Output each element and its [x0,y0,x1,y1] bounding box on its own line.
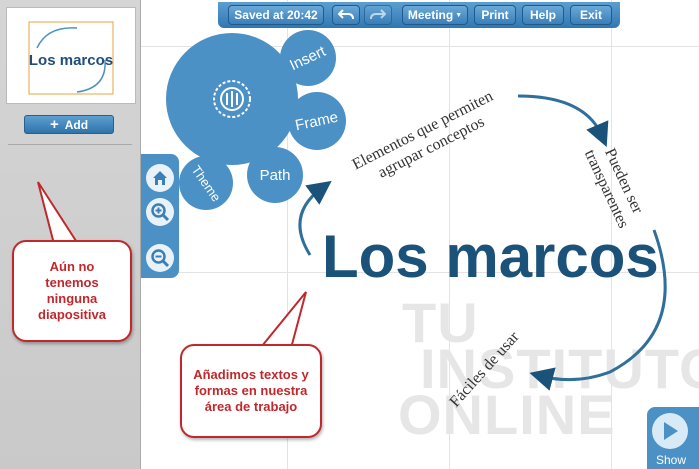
frame-bubble[interactable]: Frame [288,92,346,150]
zoom-in-icon [151,203,170,222]
add-slide-button[interactable]: + Add [24,115,114,134]
meeting-label: Meeting [407,8,454,22]
show-button[interactable]: Show [647,407,699,469]
path-label: Path [259,166,291,184]
main-menu-bubble[interactable] [166,33,298,165]
undo-button[interactable] [332,5,360,25]
exit-button[interactable]: Exit [570,5,612,25]
path-bubble[interactable]: Path [247,147,303,203]
redo-button[interactable] [364,5,392,25]
saved-status-button[interactable]: Saved at 20:42 [228,5,324,25]
insert-label: Insert [287,42,329,74]
slide-thumbnail[interactable]: Los marcos [6,7,136,104]
callout-add-texts: Añadimos textos y formas en nuestra área… [180,344,322,438]
show-label: Show [655,453,687,467]
thumbnail-title: Los marcos [28,52,114,69]
plus-icon: + [49,116,59,133]
top-toolbar: Saved at 20:42 Meeting ▼ Print Help Exit [218,2,620,28]
slides-panel: Los marcos + Add [0,0,141,469]
zoom-out-icon [151,249,170,268]
home-button[interactable] [146,164,174,192]
zoom-out-button[interactable] [146,244,174,272]
chevron-down-icon: ▼ [455,11,463,19]
theme-bubble[interactable]: Theme [179,156,233,210]
divider [8,144,132,145]
callout-no-slides: Aún no tenemos ninguna diapositiva [12,240,132,342]
help-button[interactable]: Help [522,5,564,25]
prezi-logo-icon [213,80,251,118]
play-icon [652,413,688,449]
add-button-label: Add [64,117,89,132]
watermark-line-3: ONLINE [398,383,616,446]
home-icon [153,171,167,185]
callout-no-slides-text: Aún no tenemos ninguna diapositiva [38,259,106,322]
canvas-title[interactable]: Los marcos [322,222,659,291]
redo-icon [370,9,386,20]
zoom-in-button[interactable] [146,198,174,226]
meeting-dropdown[interactable]: Meeting ▼ [402,5,468,25]
callout-add-texts-text: Añadimos textos y formas en nuestra área… [193,367,309,414]
zoom-bar [141,154,179,278]
undo-icon [338,9,354,20]
frame-label: Frame [294,108,340,134]
print-button[interactable]: Print [474,5,516,25]
insert-bubble[interactable]: Insert [280,30,336,86]
theme-label: Theme [188,162,224,204]
